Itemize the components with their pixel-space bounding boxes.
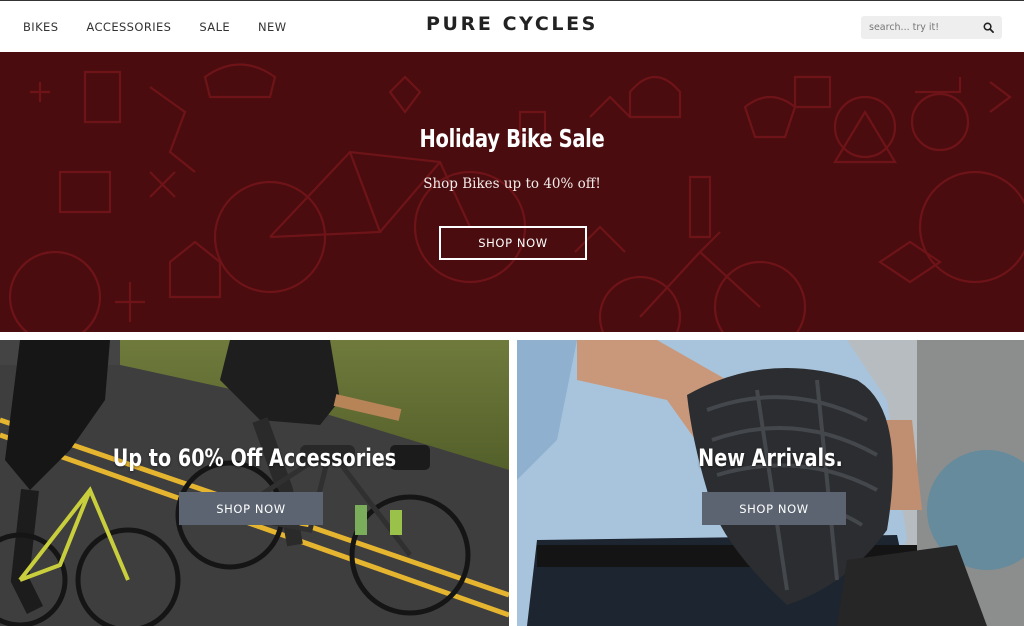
new-arrivals-shop-now-button[interactable]: SHOP NOW	[702, 492, 846, 525]
promo-new-arrivals-title: New Arrivals.	[698, 444, 843, 472]
hero-shop-now-button[interactable]: SHOP NOW	[439, 226, 587, 260]
search-input[interactable]	[861, 16, 981, 39]
bike-pattern-background	[8, 63, 1024, 332]
hero-subtitle: Shop Bikes up to 40% off!	[423, 176, 601, 192]
accessories-shop-now-button[interactable]: SHOP NOW	[179, 492, 323, 525]
site-header: BIKES ACCESSORIES SALE NEW PURE CYCLES	[0, 0, 1024, 52]
hero-title: Holiday Bike Sale	[419, 124, 605, 153]
promo-accessories-title: Up to 60% Off Accessories	[112, 444, 397, 472]
cyclists-photo	[0, 340, 509, 626]
promo-new-arrivals[interactable]: New Arrivals. SHOP NOW	[517, 340, 1024, 626]
search-box	[861, 16, 1002, 39]
promo-accessories[interactable]: Up to 60% Off Accessories SHOP NOW	[0, 340, 509, 626]
magnifier-icon[interactable]	[983, 22, 994, 33]
helmet-photo	[517, 340, 1024, 626]
hero-banner: Holiday Bike Sale Shop Bikes up to 40% o…	[0, 52, 1024, 332]
